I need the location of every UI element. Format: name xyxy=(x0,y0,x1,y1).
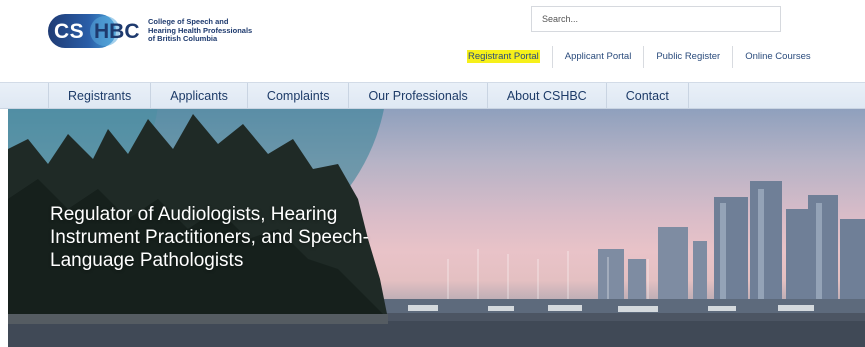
applicant-portal-link[interactable]: Applicant Portal xyxy=(551,46,644,68)
hero-title-line: Regulator of Audiologists, Hearing xyxy=(50,204,338,225)
hero-title: Regulator of Audiologists, Hearing Instr… xyxy=(50,203,450,272)
logo-text: College of Speech and Hearing Health Pro… xyxy=(148,18,278,44)
online-courses-label: Online Courses xyxy=(745,51,811,62)
site-header: CS HBC College of Speech and Hearing Hea… xyxy=(0,0,865,82)
public-register-label: Public Register xyxy=(656,51,721,62)
nav-item-registrants[interactable]: Registrants xyxy=(48,83,150,109)
nav-item-complaints[interactable]: Complaints xyxy=(246,83,349,109)
nav-item-our-professionals[interactable]: Our Professionals xyxy=(348,83,486,109)
public-register-link[interactable]: Public Register xyxy=(643,46,732,68)
online-courses-link[interactable]: Online Courses xyxy=(732,46,822,68)
main-nav: Registrants Applicants Complaints Our Pr… xyxy=(0,82,865,109)
search-input[interactable] xyxy=(531,6,781,32)
applicant-portal-label: Applicant Portal xyxy=(564,51,632,62)
nav-item-applicants[interactable]: Applicants xyxy=(150,83,247,109)
logo-line: of British Columbia xyxy=(148,34,218,44)
nav-item-about-cshbc[interactable]: About CSHBC xyxy=(486,83,606,109)
utility-nav: Registrant Portal Applicant Portal Publi… xyxy=(455,46,823,68)
logo-mark-right: HBC xyxy=(94,20,140,43)
logo-mark: CS HBC xyxy=(48,14,140,48)
hero-title-line: Language Pathologists xyxy=(50,250,244,271)
logo-mark-left: CS xyxy=(54,20,85,43)
hero-banner: Regulator of Audiologists, Hearing Instr… xyxy=(8,109,865,347)
registrant-portal-label: Registrant Portal xyxy=(467,50,540,63)
hero-title-line: Instrument Practitioners, and Speech- xyxy=(50,227,369,248)
cshbc-logo[interactable]: CS HBC College of Speech and Hearing Hea… xyxy=(48,14,278,48)
registrant-portal-link[interactable]: Registrant Portal xyxy=(455,46,552,68)
nav-item-contact[interactable]: Contact xyxy=(605,83,689,109)
